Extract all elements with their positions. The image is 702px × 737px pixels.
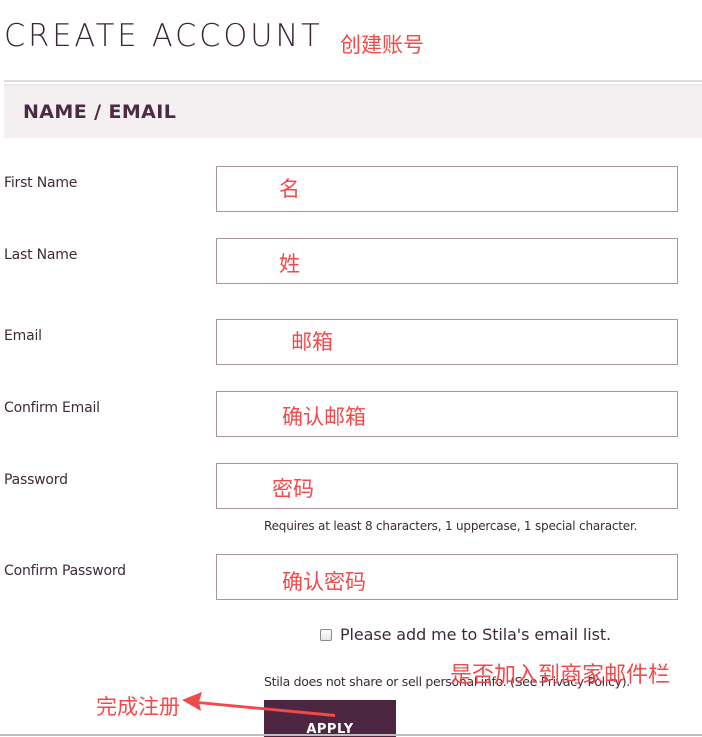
last-name-field[interactable]: 姓 bbox=[216, 238, 678, 284]
email-value: 邮箱 bbox=[291, 330, 333, 354]
password-label: Password bbox=[4, 472, 68, 488]
title-annotation: 创建账号 bbox=[340, 33, 424, 57]
page-title: CREATE ACCOUNT bbox=[4, 18, 323, 54]
confirm-email-field[interactable]: 确认邮箱 bbox=[216, 391, 678, 437]
email-field[interactable]: 邮箱 bbox=[216, 319, 678, 365]
confirm-password-label: Confirm Password bbox=[4, 563, 126, 579]
newsletter-annotation: 是否加入到商家邮件栏 bbox=[450, 663, 671, 688]
section-title: NAME / EMAIL bbox=[23, 101, 177, 123]
first-name-field[interactable]: 名 bbox=[216, 166, 678, 212]
first-name-value: 名 bbox=[279, 177, 300, 201]
email-label: Email bbox=[4, 328, 42, 344]
section-header: NAME / EMAIL bbox=[4, 84, 702, 138]
apply-button[interactable]: APPLY bbox=[264, 700, 396, 737]
password-field[interactable]: 密码 bbox=[216, 463, 678, 509]
last-name-label: Last Name bbox=[4, 247, 78, 263]
page-bottom-divider bbox=[0, 734, 702, 736]
arrow-head bbox=[182, 692, 202, 711]
submit-annotation: 完成注册 bbox=[96, 695, 180, 719]
newsletter-label[interactable]: Please add me to Stila's email list. bbox=[340, 625, 611, 644]
first-name-label: First Name bbox=[4, 175, 78, 191]
confirm-password-value: 确认密码 bbox=[282, 570, 366, 594]
newsletter-checkbox[interactable] bbox=[320, 628, 332, 641]
confirm-email-value: 确认邮箱 bbox=[282, 405, 366, 429]
password-value: 密码 bbox=[272, 477, 314, 501]
password-hint: Requires at least 8 characters, 1 upperc… bbox=[264, 519, 638, 533]
last-name-value: 姓 bbox=[279, 252, 300, 276]
divider bbox=[4, 80, 702, 82]
newsletter-option[interactable]: Please add me to Stila's email list. bbox=[320, 625, 611, 644]
confirm-email-label: Confirm Email bbox=[4, 400, 100, 416]
confirm-password-field[interactable]: 确认密码 bbox=[216, 554, 678, 600]
